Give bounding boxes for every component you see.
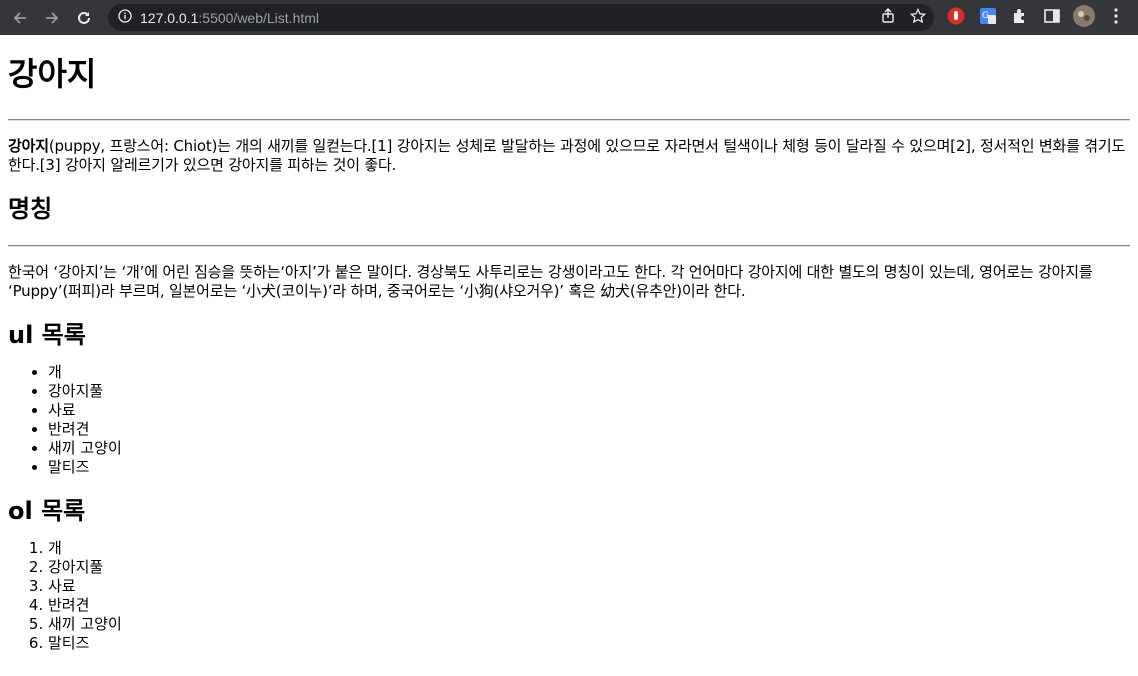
share-icon[interactable] — [880, 8, 896, 28]
translate-extension-icon[interactable]: G — [977, 5, 999, 27]
unordered-list: 개 강아지풀 사료 반려견 새끼 고양이 말티즈 — [8, 363, 1130, 477]
list-item: 사료 — [48, 401, 1130, 420]
side-panel-icon[interactable] — [1041, 5, 1063, 27]
reload-icon[interactable] — [72, 6, 96, 30]
ordered-list: 개 강아지풀 사료 반려견 새끼 고양이 말티즈 — [8, 539, 1130, 653]
list-item: 강아지풀 — [48, 558, 1130, 577]
title-divider — [8, 119, 1130, 121]
list-item: 사료 — [48, 577, 1130, 596]
extensions-puzzle-icon[interactable] — [1009, 5, 1031, 27]
list-item: 말티즈 — [48, 634, 1130, 653]
url-path: :5500/web/List.html — [198, 9, 320, 26]
browser-toolbar: 127.0.0.1:5500/web/List.html G — [0, 0, 1138, 35]
list-item: 개 — [48, 539, 1130, 558]
intro-text: (puppy, 프랑스어: Chiot)는 개의 새끼를 일컫는다.[1] 강아… — [8, 137, 1126, 174]
url-text[interactable]: 127.0.0.1:5500/web/List.html — [140, 10, 319, 26]
page-title: 강아지 — [8, 55, 97, 93]
ol-heading: ol 목록 — [8, 497, 86, 525]
intro-paragraph: 강아지(puppy, 프랑스어: Chiot)는 개의 새끼를 일컫는다.[1]… — [8, 137, 1130, 175]
list-item: 새끼 고양이 — [48, 615, 1130, 634]
list-item: 강아지풀 — [48, 382, 1130, 401]
section-name-heading: 명칭 — [8, 195, 53, 223]
section-divider — [8, 245, 1130, 247]
forward-icon[interactable] — [40, 6, 64, 30]
menu-kebab-icon[interactable] — [1105, 5, 1127, 27]
list-item: 새끼 고양이 — [48, 439, 1130, 458]
profile-avatar[interactable] — [1073, 5, 1095, 27]
address-bar[interactable]: 127.0.0.1:5500/web/List.html — [108, 4, 934, 31]
section-name-paragraph: 한국어 ‘강아지’는 ‘개’에 어린 짐승을 뜻하는‘아지’가 붙은 말이다. … — [8, 263, 1093, 300]
list-item: 반려견 — [48, 420, 1130, 439]
info-icon[interactable] — [118, 8, 132, 27]
bookmark-star-icon[interactable] — [909, 7, 927, 28]
list-item: 말티즈 — [48, 458, 1130, 477]
page-content: 강아지 강아지(puppy, 프랑스어: Chiot)는 개의 새끼를 일컫는다… — [0, 55, 1138, 653]
back-icon[interactable] — [8, 6, 32, 30]
url-host: 127.0.0.1 — [140, 9, 199, 26]
list-item: 반려견 — [48, 596, 1130, 615]
list-item: 개 — [48, 363, 1130, 382]
intro-bold-term: 강아지 — [8, 137, 49, 155]
ul-heading: ul 목록 — [8, 321, 86, 349]
svg-text:G: G — [982, 11, 989, 21]
stop-hand-extension-icon[interactable] — [945, 5, 967, 27]
